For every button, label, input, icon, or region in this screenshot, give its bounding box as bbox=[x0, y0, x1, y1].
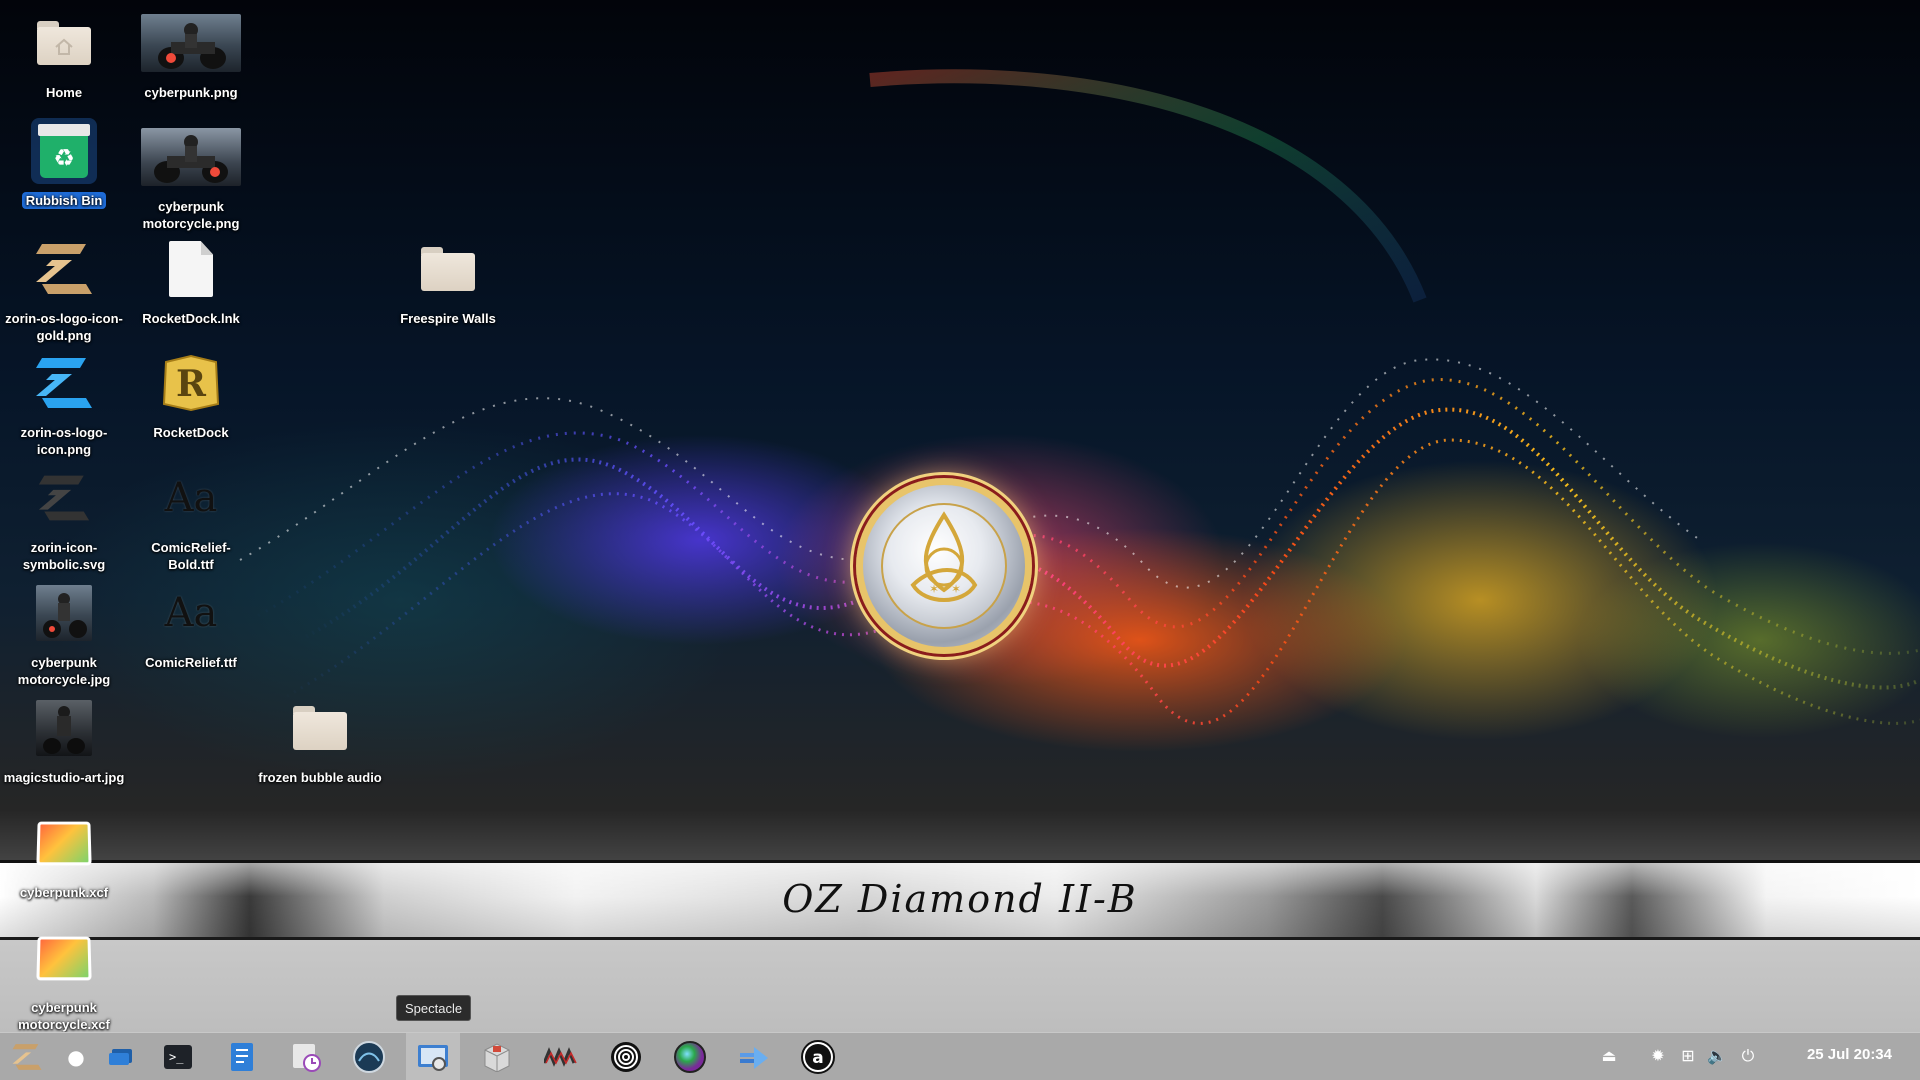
image-thumbnail-icon bbox=[141, 14, 241, 72]
arrow-app-icon bbox=[740, 1047, 768, 1069]
desktop-icon-zorin-gold[interactable]: zorin-os-logo-icon-gold.png bbox=[2, 236, 126, 344]
schedule-icon bbox=[293, 1044, 321, 1072]
color-button[interactable] bbox=[670, 1037, 710, 1077]
zorin-blue-logo-icon bbox=[36, 358, 92, 408]
wallpaper-banner: OZ Diamond II-B bbox=[0, 860, 1920, 940]
color-sphere-icon bbox=[674, 1041, 706, 1073]
wallpaper-lower-band bbox=[0, 940, 1920, 1032]
desktop-icon-zorin-symbolic[interactable]: zorin-icon-symbolic.svg bbox=[2, 465, 126, 573]
desktop-icon-cyberpunk-xcf[interactable]: cyberpunk.xcf bbox=[2, 810, 126, 901]
icon-label: Rubbish Bin bbox=[21, 192, 107, 209]
svg-text:a: a bbox=[812, 1048, 823, 1068]
arrow-app-button[interactable] bbox=[734, 1037, 774, 1077]
settings-icon[interactable]: ✹ bbox=[1648, 1047, 1668, 1067]
visualizer-button[interactable] bbox=[541, 1037, 581, 1077]
spectacle-icon bbox=[418, 1045, 448, 1071]
icon-label: zorin-os-logo-icon.png bbox=[20, 425, 108, 457]
image-thumbnail-icon bbox=[36, 585, 92, 641]
power-icon[interactable]: ⏻ bbox=[1738, 1047, 1758, 1067]
svg-text:✶: ✶ bbox=[951, 582, 961, 596]
svg-text:>_: >_ bbox=[169, 1050, 184, 1064]
package-icon bbox=[484, 1043, 510, 1072]
terminal-button[interactable]: >_ bbox=[158, 1037, 198, 1077]
icon-label: cyberpunk.png bbox=[144, 85, 238, 100]
spiral-button[interactable] bbox=[606, 1037, 646, 1077]
desktop-icon-cyberpunk-motorcycle-jpg[interactable]: cyberpunk motorcycle.jpg bbox=[2, 580, 126, 688]
zorin-gold-logo-icon bbox=[36, 244, 92, 294]
icon-label: cyberpunk motorcycle.png bbox=[142, 199, 240, 231]
desktop-icon-cyberpunk-png[interactable]: cyberpunk.png bbox=[129, 10, 253, 101]
desktop-icon-comicrelief-bold[interactable]: Aa ComicRelief-Bold.ttf bbox=[129, 465, 253, 573]
zorin-menu-icon bbox=[12, 1044, 42, 1070]
spectacle-tooltip: Spectacle bbox=[396, 995, 472, 1021]
package-button[interactable] bbox=[477, 1037, 517, 1077]
folder-icon bbox=[293, 706, 347, 750]
desktop-icon-frozen-bubble-audio[interactable]: frozen bubble audio bbox=[258, 695, 382, 786]
amazon-button[interactable]: a bbox=[798, 1037, 838, 1077]
xcf-file-icon bbox=[36, 936, 92, 981]
desktop-icon-rocketdock[interactable]: R RocketDock bbox=[129, 350, 253, 441]
text-editor-icon bbox=[231, 1043, 253, 1071]
eject-icon[interactable]: ⏏ bbox=[1599, 1047, 1619, 1067]
zorin-menu-button[interactable] bbox=[7, 1037, 47, 1077]
icon-label: ComicRelief-Bold.ttf bbox=[151, 540, 231, 572]
home-folder-icon bbox=[37, 21, 91, 65]
desktop-icon-cyberpunk-motorcycle-png[interactable]: cyberpunk motorcycle.png bbox=[129, 124, 253, 232]
image-thumbnail-icon bbox=[141, 128, 241, 186]
terminal-icon: >_ bbox=[164, 1045, 192, 1069]
icon-label: zorin-os-logo-icon-gold.png bbox=[5, 311, 123, 343]
icon-label: magicstudio-art.jpg bbox=[3, 770, 125, 785]
font-file-icon: Aa bbox=[164, 590, 218, 636]
icon-label: frozen bubble audio bbox=[258, 770, 382, 785]
desktop-icon-zorin-logo[interactable]: zorin-os-logo-icon.png bbox=[2, 350, 126, 458]
show-desktop-button[interactable] bbox=[101, 1037, 141, 1077]
desktop-icon-rubbish-bin[interactable]: ♻ Rubbish Bin bbox=[2, 118, 126, 209]
taskbar: ● >_ a ⏏ ✹ ⊞ 🔈 ⏻ 25 Jul 20:34 bbox=[0, 1032, 1920, 1080]
triquetra-emblem: ✶ ✶ bbox=[856, 478, 1032, 654]
amazon-icon: a bbox=[801, 1040, 835, 1074]
icon-label: Freespire Walls bbox=[400, 311, 496, 326]
desktop-icon-comicrelief[interactable]: Aa ComicRelief.ttf bbox=[129, 580, 253, 671]
xcf-file-icon bbox=[36, 821, 92, 866]
clock[interactable]: 25 Jul 20:34 bbox=[1807, 1046, 1892, 1063]
volume-icon[interactable]: 🔈 bbox=[1707, 1047, 1727, 1067]
spectacle-button[interactable] bbox=[406, 1033, 460, 1080]
desktop-icon-rocketdock-lnk[interactable]: RocketDock.lnk bbox=[129, 236, 253, 327]
icon-label: zorin-icon-symbolic.svg bbox=[22, 540, 106, 572]
show-desktop-icon bbox=[109, 1049, 132, 1065]
icon-label: RocketDock bbox=[153, 425, 229, 440]
image-thumbnail-icon bbox=[36, 700, 92, 756]
schedule-button[interactable] bbox=[286, 1037, 326, 1077]
apple-icon: ● bbox=[67, 1045, 85, 1069]
desktop-icon-magicstudio-art[interactable]: magicstudio-art.jpg bbox=[2, 695, 126, 786]
folder-icon bbox=[421, 247, 475, 291]
icon-label: RocketDock.lnk bbox=[142, 311, 240, 326]
zorin-symbolic-icon bbox=[38, 475, 90, 521]
svg-text:R: R bbox=[176, 363, 207, 405]
audio-visualizer-icon bbox=[544, 1047, 577, 1067]
desktop-icon-freespire-walls[interactable]: Freespire Walls bbox=[386, 236, 510, 327]
desktop-icon-home[interactable]: Home bbox=[2, 10, 126, 101]
file-icon bbox=[169, 241, 213, 297]
icon-label: cyberpunk motorcycle.xcf bbox=[18, 1000, 110, 1032]
apple-button[interactable]: ● bbox=[56, 1037, 96, 1077]
text-editor-button[interactable] bbox=[222, 1037, 262, 1077]
svg-text:♻: ♻ bbox=[53, 144, 75, 172]
icon-label: cyberpunk.xcf bbox=[19, 885, 109, 900]
network-icon[interactable]: ⊞ bbox=[1678, 1047, 1698, 1067]
screensaver-icon bbox=[353, 1041, 385, 1073]
banner-title: OZ Diamond II-B bbox=[782, 877, 1138, 921]
screensaver-button[interactable] bbox=[349, 1037, 389, 1077]
icon-label: ComicRelief.ttf bbox=[145, 655, 237, 670]
desktop-icon-cyberpunk-motorcycle-xcf[interactable]: cyberpunk motorcycle.xcf bbox=[2, 925, 126, 1033]
font-file-icon: Aa bbox=[164, 475, 218, 521]
icon-label: cyberpunk motorcycle.jpg bbox=[17, 655, 111, 687]
svg-text:✶: ✶ bbox=[929, 582, 939, 596]
rocketdock-app-icon: R bbox=[162, 354, 220, 412]
icon-label: Home bbox=[45, 85, 83, 100]
trash-icon: ♻ bbox=[38, 124, 90, 178]
spiral-icon bbox=[611, 1042, 641, 1072]
